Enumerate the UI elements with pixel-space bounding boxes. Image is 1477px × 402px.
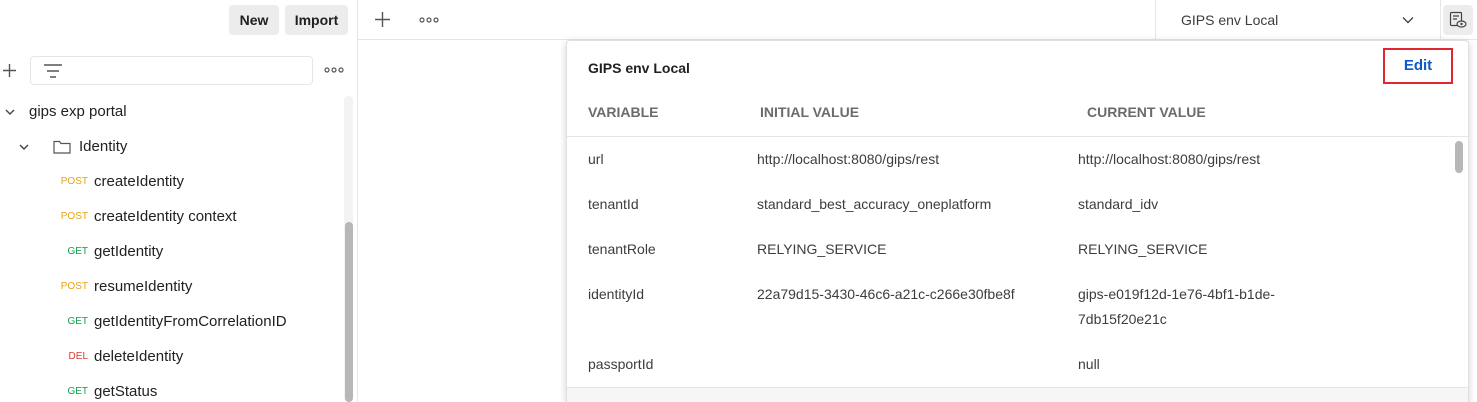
variable-name: identityId [588,286,645,302]
request-item[interactable]: GET getStatus [0,374,344,402]
current-value: http://localhost:8080/gips/rest [1078,151,1261,167]
current-value: gips-e019f12d-1e76-4bf1-b1de- [1078,286,1275,302]
sidebar: New Import gips exp portal Identity POST… [0,0,358,402]
method-badge: POST [60,176,88,187]
request-item[interactable]: POST createIdentity context [0,199,344,234]
chevron-down-icon[interactable] [4,106,16,118]
initial-value: RELYING_SERVICE [757,241,887,257]
environment-popover: GIPS env Local Edit VARIABLE INITIAL VAL… [566,40,1469,402]
column-header-variable: VARIABLE [588,104,659,120]
variable-name: passportId [588,356,654,372]
method-badge: DEL [68,351,88,362]
sidebar-header: New Import [0,0,357,40]
initial-value: 22a79d15-3430-46c6-a21c-c266e30fbe8f [757,286,1015,302]
current-value: null [1078,356,1100,372]
more-tabs-icon[interactable] [419,15,439,25]
initial-value: standard_best_accuracy_oneplatform [757,196,992,212]
environment-eye-icon [1449,11,1467,28]
collection-item[interactable]: gips exp portal [0,94,344,129]
variable-name: tenantId [588,196,639,212]
new-tab-plus-icon[interactable] [374,11,391,28]
folder-icon [53,140,71,154]
sidebar-scrollbar-thumb[interactable] [345,222,353,402]
method-badge: GET [67,316,88,327]
column-header-current-value: CURRENT VALUE [1087,104,1206,120]
method-badge: POST [60,281,88,292]
initial-value: http://localhost:8080/gips/rest [757,151,940,167]
current-value: standard_idv [1078,196,1159,212]
edit-environment-button[interactable]: Edit [1383,48,1453,84]
filter-icon [44,64,62,78]
request-item[interactable]: GET getIdentityFromCorrelationID [0,304,344,339]
popover-footer [567,387,1468,402]
collection-name: gips exp portal [29,103,127,120]
header-divider [567,136,1468,137]
chevron-down-icon[interactable] [18,141,30,153]
tab-bar: GIPS env Local [358,0,1477,40]
request-name: createIdentity [94,173,185,190]
request-name: resumeIdentity [94,278,193,295]
request-name: getStatus [94,383,158,400]
new-button[interactable]: New [229,5,279,35]
environment-title: GIPS env Local [588,60,690,76]
environment-select[interactable]: GIPS env Local [1155,0,1441,40]
method-badge: GET [67,246,88,257]
request-name: getIdentity [94,243,164,260]
filter-input[interactable] [30,56,313,85]
chevron-down-icon [1402,17,1414,24]
request-name: deleteIdentity [94,348,184,365]
environment-select-value: GIPS env Local [1181,12,1279,28]
request-item[interactable]: POST createIdentity [0,164,344,199]
column-header-initial-value: INITIAL VALUE [760,104,860,120]
request-item[interactable]: POST resumeIdentity [0,269,344,304]
request-item[interactable]: DEL deleteIdentity [0,339,344,374]
request-name: getIdentityFromCorrelationID [94,313,287,330]
request-item[interactable]: GET getIdentity [0,234,344,269]
method-badge: GET [67,386,88,397]
variable-name: tenantRole [588,241,656,257]
method-badge: POST [60,211,88,222]
current-value-continued: 7db15f20e21c [1078,311,1167,327]
request-name: createIdentity context [94,208,237,225]
more-options-icon[interactable] [324,64,344,76]
variable-name: url [588,151,604,167]
current-value: RELYING_SERVICE [1078,241,1208,257]
plus-icon[interactable] [2,63,17,78]
sidebar-toolbar [0,56,357,86]
popover-scrollbar-thumb[interactable] [1455,141,1463,173]
import-button[interactable]: Import [285,5,348,35]
folder-name: Identity [79,138,128,155]
folder-item[interactable]: Identity [0,129,344,164]
environment-quick-look-button[interactable] [1443,5,1473,35]
